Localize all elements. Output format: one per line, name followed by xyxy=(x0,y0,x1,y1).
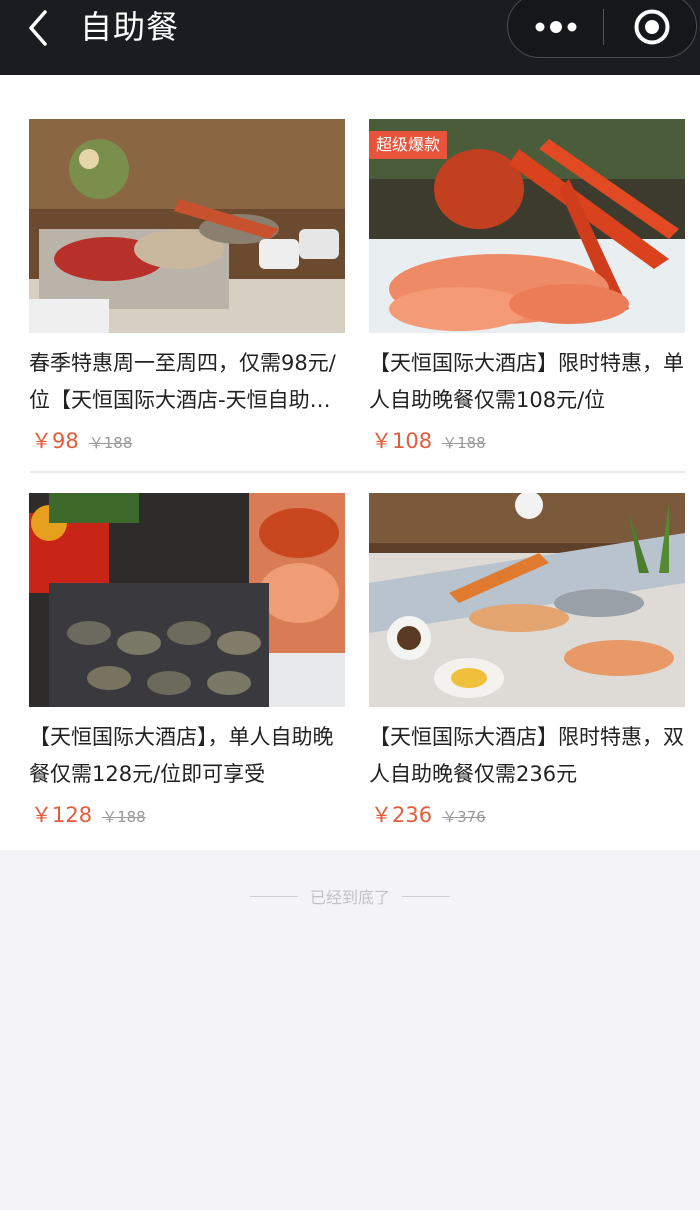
price-row: ￥236 ￥376 xyxy=(369,799,687,827)
product-original-price: ￥188 xyxy=(442,434,486,452)
product-title: 【天恒国际大酒店】限时特惠，单人自助晚餐仅需108元/位 xyxy=(369,351,684,412)
price-row: ￥108 ￥188 xyxy=(369,425,687,453)
product-price: ￥98 xyxy=(31,429,79,453)
capsule-divider xyxy=(603,9,604,45)
back-chevron-icon xyxy=(29,10,47,46)
page-title: 自助餐 xyxy=(80,8,180,46)
end-text: 已经到底了 xyxy=(309,888,390,907)
product-card[interactable]: 【天恒国际大酒店】限时特惠，双人自助晚餐仅需236元 ￥236 ￥376 xyxy=(369,493,687,827)
product-price: ￥128 xyxy=(31,803,93,827)
product-original-price: ￥188 xyxy=(88,434,133,452)
product-badge: 超级爆款 xyxy=(369,131,448,159)
target-close-icon xyxy=(634,9,670,45)
product-image xyxy=(29,119,345,333)
product-card[interactable]: 【天恒国际大酒店】，单人自助晚餐仅需128元/位即可享受 ￥128 ￥188 xyxy=(29,493,347,827)
product-price: ￥236 xyxy=(371,803,433,827)
product-title: 【天恒国际大酒店】，单人自助晚餐仅需128元/位即可享受 xyxy=(29,725,334,786)
more-dots-icon xyxy=(535,21,576,33)
product-card[interactable]: 春季特惠周一至周四，仅需98元/位【天恒国际大酒店-天恒自助餐厅】 ￥98 ￥1… xyxy=(29,119,347,453)
product-title: 春季特惠周一至周四，仅需98元/位【天恒国际大酒店-天恒自助餐厅】 xyxy=(29,351,336,412)
price-row: ￥128 ￥188 xyxy=(29,799,347,827)
product-image xyxy=(369,493,685,707)
product-price: ￥108 xyxy=(371,429,433,453)
product-original-price: ￥188 xyxy=(102,808,146,826)
product-list: 春季特惠周一至周四，仅需98元/位【天恒国际大酒店-天恒自助餐厅】 ￥98 ￥1… xyxy=(0,75,700,850)
more-button[interactable] xyxy=(518,3,593,51)
back-button[interactable] xyxy=(18,8,58,48)
end-line-left xyxy=(249,895,298,897)
product-card[interactable]: 超级爆款 【天恒国际大酒店】限时特惠，单人自助晚餐仅需108元/位 ￥108 ￥… xyxy=(369,119,687,453)
end-line-right xyxy=(402,895,450,897)
product-title: 【天恒国际大酒店】限时特惠，双人自助晚餐仅需236元 xyxy=(369,725,684,786)
nav-bar: 自助餐 xyxy=(0,0,700,75)
product-original-price: ￥376 xyxy=(442,808,486,826)
end-of-list-tip: 已经到底了 xyxy=(0,884,700,908)
product-image: 超级爆款 xyxy=(369,119,685,333)
close-button[interactable] xyxy=(616,3,688,51)
product-image xyxy=(29,493,345,707)
row-divider xyxy=(30,471,685,473)
mini-program-capsule xyxy=(507,0,697,58)
price-row: ￥98 ￥188 xyxy=(29,425,347,453)
